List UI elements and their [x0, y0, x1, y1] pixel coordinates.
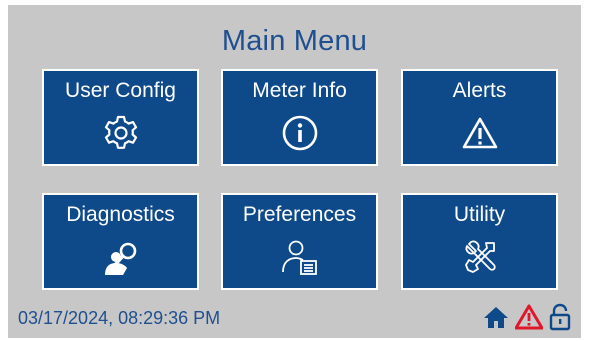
magnifier-person-icon: [101, 237, 141, 277]
tools-icon: [460, 237, 500, 277]
unlock-icon[interactable]: [549, 303, 571, 331]
status-icons: [483, 302, 571, 332]
tile-label: Alerts: [452, 79, 507, 102]
user-settings-icon: [280, 237, 320, 277]
meter-info-button[interactable]: Meter Info: [221, 69, 378, 166]
tile-label: Meter Info: [252, 79, 347, 102]
alert-icon[interactable]: [515, 304, 543, 330]
user-config-button[interactable]: User Config: [42, 69, 199, 166]
status-bar: 03/17/2024, 08:29:36 PM: [8, 298, 581, 338]
info-icon: [280, 113, 320, 153]
tile-label: Preferences: [242, 203, 357, 226]
utility-button[interactable]: Utility: [401, 193, 558, 290]
tile-label: Diagnostics: [66, 203, 175, 226]
preferences-button[interactable]: Preferences: [221, 193, 378, 290]
gear-icon: [101, 113, 141, 153]
page-title: Main Menu: [221, 25, 368, 57]
warning-icon: [460, 113, 500, 153]
tile-label: Utility: [453, 203, 506, 226]
main-menu-screen: Main Menu User Config Meter Info Alerts: [8, 5, 581, 338]
tile-label: User Config: [65, 79, 176, 102]
alerts-button[interactable]: Alerts: [401, 69, 558, 166]
diagnostics-button[interactable]: Diagnostics: [42, 193, 199, 290]
datetime-readout: 03/17/2024, 08:29:36 PM: [18, 308, 221, 328]
home-icon[interactable]: [483, 305, 509, 329]
